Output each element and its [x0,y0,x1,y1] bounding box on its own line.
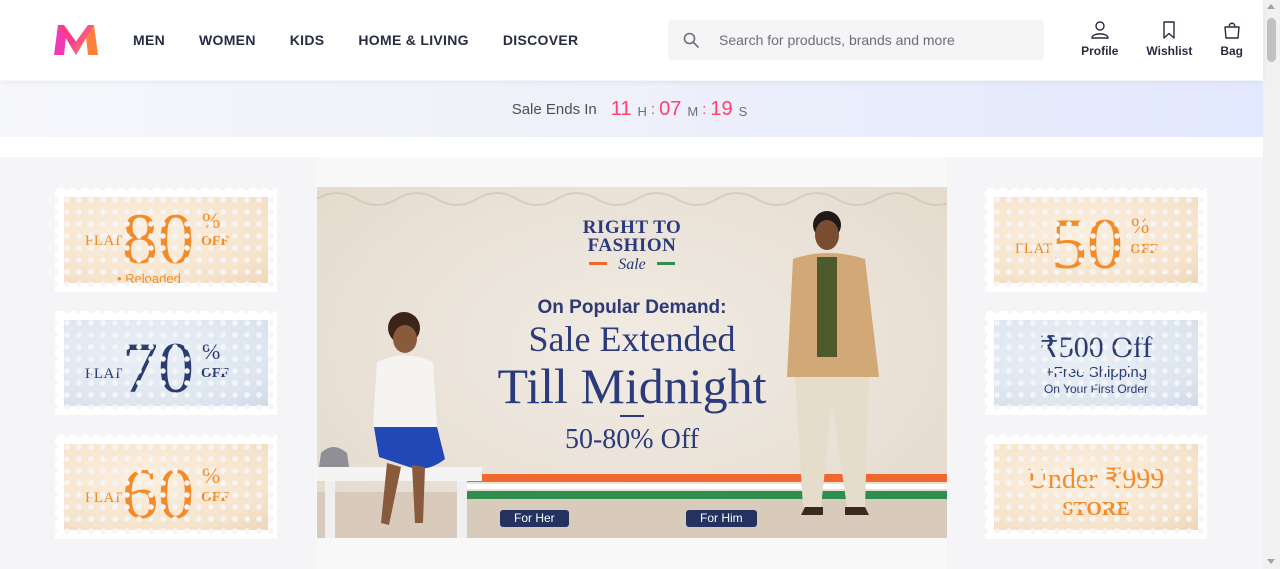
tile-discount-value: 60 [122,454,194,530]
page: MEN WOMEN KIDS HOME & LIVING DISCOVER Pr… [0,0,1280,569]
profile-icon [1091,21,1109,39]
tile-flat-70-off[interactable]: FLAT 70 % OFF [55,311,277,415]
hero-top-pattern [317,192,947,206]
hero-stripe-saffron [467,474,947,482]
hero-banner[interactable]: RIGHT TO FASHION Sale On Popular Demand:… [317,187,947,538]
tile-store-label: STORE [1062,498,1130,520]
tile-body: FLAT 80 % OFF • Reloaded [64,197,268,283]
nav-kids[interactable]: KIDS [290,32,325,48]
timer-hours: 11 [610,97,632,120]
tile-flat-label: FLAT [85,490,123,506]
bag-icon [1223,22,1240,39]
tile-flat-label: FLAT [1015,241,1053,257]
profile-button[interactable]: Profile [1081,20,1118,58]
tile-percent-sign: % [202,339,221,364]
for-her-button[interactable]: For Her [500,510,569,527]
tile-500-off-first-order[interactable]: ₹500 Off +Free Shipping On Your First Or… [985,311,1207,415]
tile-flat-label: FLAT [85,233,123,249]
myntra-logo[interactable] [52,23,100,57]
main-nav: MEN WOMEN KIDS HOME & LIVING DISCOVER [133,0,612,80]
nav-discover[interactable]: DISCOVER [503,32,579,48]
search-icon[interactable] [683,32,699,48]
timer-separator: : [702,100,707,118]
tile-body: FLAT 60 % OFF [64,444,268,530]
header: MEN WOMEN KIDS HOME & LIVING DISCOVER Pr… [0,0,1263,80]
tile-discount-value: 50 [1051,204,1123,283]
tile-free-shipping: +Free Shipping [1044,364,1148,381]
tile-percent-sign: % [1131,213,1150,238]
tile-body: FLAT 50 % OFF [994,197,1198,283]
hero-brand-line2: FASHION [587,235,677,256]
tile-discount-value: 80 [122,199,194,279]
sale-timer-bar: Sale Ends In 11 H : 07 M : 19 S [0,81,1263,137]
tile-off-label: OFF [201,234,229,249]
bookmark-icon [1163,21,1176,39]
sale-ends-label: Sale Ends In [511,100,597,118]
tile-percent-sign: % [202,208,221,233]
hero-brand-sale: Sale [618,256,646,273]
hero-popular-demand: On Popular Demand: [537,297,727,318]
nav-women[interactable]: WOMEN [199,32,256,48]
nav-men[interactable]: MEN [133,32,165,48]
nav-home-living[interactable]: HOME & LIVING [358,32,468,48]
bag-button[interactable]: Bag [1220,20,1243,58]
search-box [668,20,1044,60]
tile-off-label: OFF [201,490,229,505]
tile-under-999-store[interactable]: Under ₹999 STORE [985,435,1207,539]
scroll-down-arrow-icon[interactable] [1267,559,1275,564]
tile-under-999-headline: Under ₹999 [1027,464,1165,495]
hero-stripe-white [467,484,947,489]
for-him-button[interactable]: For Him [686,510,757,527]
tile-500-off-headline: ₹500 Off [1039,331,1153,364]
timer-hours-unit: H [637,103,647,119]
timer-minutes: 07 [659,97,682,120]
tile-first-order: On Your First Order [1043,382,1149,396]
header-actions: Profile Wishlist Bag [1053,20,1243,58]
scroll-up-arrow-icon[interactable] [1267,4,1275,9]
bag-label: Bag [1220,44,1243,58]
tile-percent-sign: % [202,463,221,488]
tile-flat-label: FLAT [85,366,123,382]
hero-till-midnight: Till Midnight [497,358,767,414]
profile-label: Profile [1081,44,1119,58]
scrollbar-thumb[interactable] [1267,18,1276,62]
search-input[interactable] [719,21,1029,59]
tile-flat-60-off[interactable]: FLAT 60 % OFF [55,435,277,539]
tile-flat-50-off[interactable]: FLAT 50 % OFF [985,188,1207,292]
timer-seconds: 19 [710,97,733,120]
hero-divider [620,415,644,417]
tile-body: ₹500 Off +Free Shipping On Your First Or… [994,320,1198,406]
hero-stripe-green [467,491,947,499]
tile-body: FLAT 70 % OFF [64,320,268,406]
timer-separator: : [650,100,656,118]
hero-bench-leg [325,481,335,538]
timer-seconds-unit: S [738,103,748,119]
wishlist-label: Wishlist [1146,44,1193,58]
tile-flat-80-off[interactable]: FLAT 80 % OFF • Reloaded [55,188,277,292]
timer-minutes-unit: M [687,103,699,119]
hero-bench-leg [457,481,467,538]
page-scrollbar[interactable] [1263,0,1280,569]
tile-subtitle: • Reloaded [117,271,181,283]
tile-body: Under ₹999 STORE [994,444,1198,530]
hero-sale-extended: Sale Extended [528,319,736,359]
tile-off-label: OFF [1130,242,1158,257]
hero-discount-range: 50-80% Off [564,424,699,455]
hero-brand-title: RIGHT TO FASHION [317,218,947,256]
tile-discount-value: 70 [122,328,194,406]
wishlist-button[interactable]: Wishlist [1146,20,1192,58]
tile-off-label: OFF [201,366,229,381]
